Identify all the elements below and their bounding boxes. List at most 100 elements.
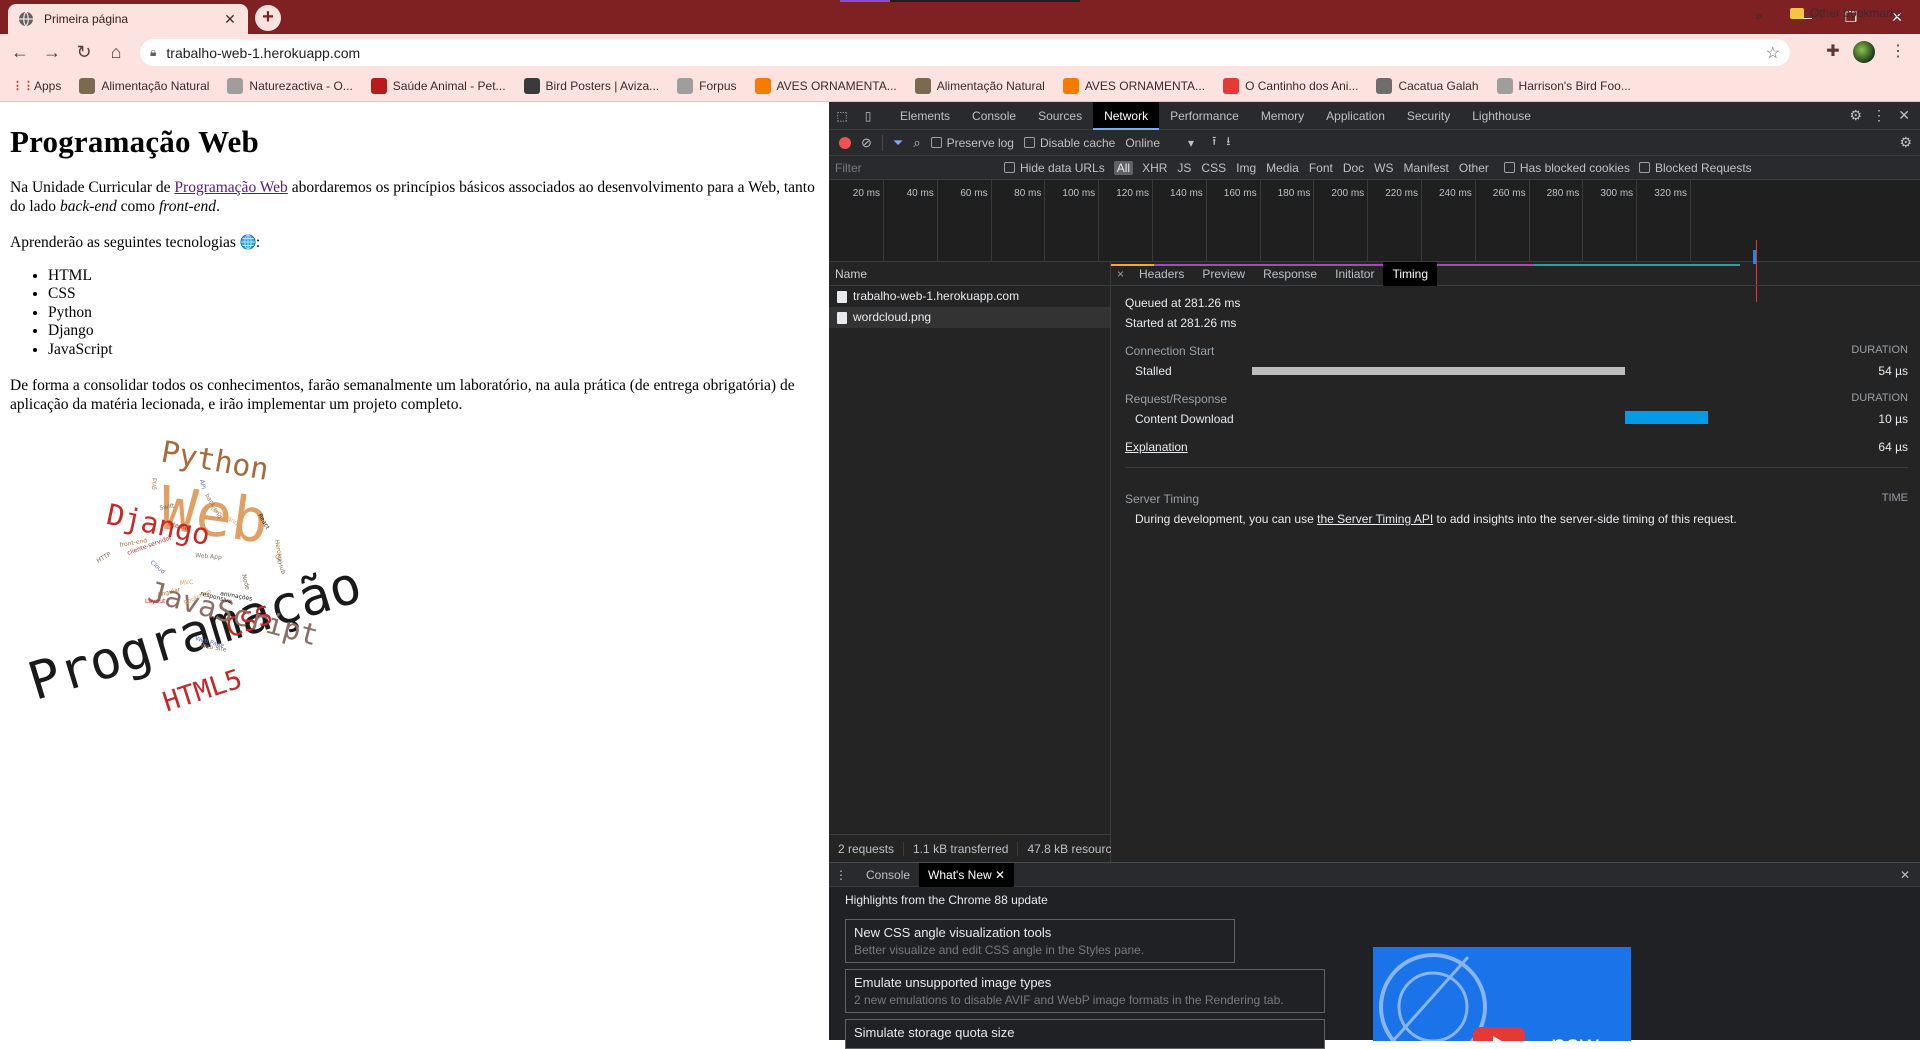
feature-card[interactable]: Emulate unsupported image types 2 new emu…	[845, 969, 1325, 1013]
filter-type-font[interactable]: Font	[1309, 161, 1333, 175]
filter-type-img[interactable]: Img	[1236, 161, 1256, 175]
blocked-requests-checkbox[interactable]: Blocked Requests	[1638, 161, 1752, 175]
devtools-tab-memory[interactable]: Memory	[1250, 102, 1315, 130]
bookmark-item[interactable]: AVES ORNAMENTA...	[1062, 77, 1205, 94]
name-column-header[interactable]: Name	[829, 262, 1110, 286]
timeline-tick-label: 100 ms	[1062, 188, 1096, 199]
bookmark-item[interactable]: ⋮⋮ Apps	[12, 78, 61, 94]
devtools-tab-network[interactable]: Network	[1093, 101, 1160, 130]
home-icon[interactable]: ⌂	[104, 40, 128, 64]
card-description: Better visualize and edit CSS angle in t…	[854, 943, 1145, 957]
filter-type-ws[interactable]: WS	[1374, 161, 1393, 175]
preserve-log-checkbox[interactable]: Preserve log	[930, 136, 1014, 150]
filter-type-media[interactable]: Media	[1266, 161, 1299, 175]
bookmark-item[interactable]: Alimentação Natural	[79, 77, 209, 94]
bookmark-item[interactable]: Alimentação Natural	[914, 77, 1045, 94]
forward-arrow-icon[interactable]: →	[40, 40, 64, 64]
drawer-tab-console[interactable]: Console	[857, 863, 919, 887]
throttle-select[interactable]: Online ▾	[1125, 136, 1194, 150]
devtools-close-icon[interactable]: ✕	[1898, 107, 1910, 124]
globe-icon	[227, 77, 244, 94]
course-link[interactable]: Programação Web	[174, 179, 287, 196]
feature-card[interactable]: Simulate storage quota size	[845, 1019, 1325, 1049]
filter-input[interactable]: Filter	[835, 161, 995, 175]
bookmark-item[interactable]: Forpus	[677, 77, 737, 94]
browser-tab[interactable]: Primeira página ✕	[8, 4, 248, 34]
promo-new-text: new	[1551, 1029, 1599, 1041]
bookmark-item[interactable]: Naturezactiva - O...	[227, 77, 353, 94]
drawer-close-icon[interactable]: ✕	[1900, 868, 1910, 882]
disable-cache-checkbox[interactable]: Disable cache	[1023, 136, 1115, 150]
filter-type-xhr[interactable]: XHR	[1142, 161, 1167, 175]
drawer-menu-icon[interactable]: ⋮	[835, 868, 857, 882]
devtools-tab-application[interactable]: Application	[1315, 102, 1396, 130]
request-row[interactable]: trabalho-web-1.herokuapp.com	[829, 286, 1110, 307]
devtools-tab-security[interactable]: Security	[1396, 102, 1461, 130]
hide-data-urls-checkbox[interactable]: Hide data URLs	[1004, 161, 1105, 175]
bookmarks-more-chevron[interactable]: »	[1755, 8, 1762, 23]
bird-icon	[523, 77, 540, 94]
filter-funnel-icon[interactable]: ⏷	[893, 135, 903, 151]
drawer-tab-whats-new[interactable]: What's New ✕	[919, 862, 1015, 887]
export-har-icon[interactable]: ⭳	[1226, 132, 1230, 153]
inspect-element-icon[interactable]: ⬚	[829, 109, 855, 123]
detail-tab-initiator[interactable]: Initiator	[1326, 262, 1383, 286]
extensions-puzzle-icon[interactable]: ✚	[1823, 42, 1843, 62]
request-row[interactable]: wordcloud.png	[829, 307, 1110, 328]
clear-icon[interactable]: ⊘	[861, 135, 872, 151]
cockatoo-icon	[1376, 77, 1393, 94]
detail-tab-timing[interactable]: Timing	[1383, 261, 1438, 286]
import-har-icon[interactable]: ⭱	[1212, 132, 1216, 153]
lock-icon[interactable]: 🔒︎	[150, 45, 156, 60]
bookmark-item[interactable]: Saúde Animal - Pet...	[370, 77, 506, 94]
has-blocked-cookies-checkbox[interactable]: Has blocked cookies	[1503, 161, 1630, 175]
network-settings-gear-icon[interactable]: ⚙	[1899, 134, 1912, 151]
network-overview-timeline[interactable]: 20 ms 40 ms 60 ms 80 ms 100 ms 120 ms 140 ms 16…	[829, 180, 1920, 302]
bookmark-item[interactable]: O Cantinho dos Ani...	[1223, 77, 1358, 94]
reload-icon[interactable]: ↻	[72, 40, 96, 64]
browser-menu-icon[interactable]: ⋮	[1888, 42, 1908, 62]
detail-tab-preview[interactable]: Preview	[1193, 262, 1254, 286]
back-arrow-icon[interactable]: ←	[8, 40, 32, 64]
record-icon[interactable]	[839, 136, 851, 149]
profile-avatar[interactable]	[1853, 41, 1875, 63]
filter-all-button[interactable]: All	[1113, 160, 1134, 175]
filter-type-css[interactable]: CSS	[1201, 161, 1226, 175]
filter-type-doc[interactable]: Doc	[1343, 161, 1364, 175]
filter-type-manifest[interactable]: Manifest	[1404, 161, 1449, 175]
address-bar[interactable]: 🔒︎ trabalho-web-1.herokuapp.com ☆	[140, 39, 1790, 66]
feature-card[interactable]: New CSS angle visualization tools Better …	[845, 919, 1235, 963]
detail-tab-headers[interactable]: Headers	[1130, 262, 1193, 286]
devtools-tab-elements[interactable]: Elements	[889, 102, 961, 130]
bookmark-item[interactable]: Cacatua Galah	[1376, 77, 1479, 94]
filter-type-other[interactable]: Other	[1459, 161, 1489, 175]
devtools-tab-performance[interactable]: Performance	[1159, 102, 1250, 130]
bookmark-star-icon[interactable]: ☆	[1766, 43, 1780, 63]
other-bookmarks-folder[interactable]: Other bookmarks	[1790, 6, 1902, 20]
chevron-down-icon: ▾	[1188, 135, 1195, 150]
device-toolbar-icon[interactable]: ▯	[855, 109, 881, 123]
filter-type-js[interactable]: JS	[1177, 161, 1191, 175]
search-icon[interactable]: ⌕	[913, 135, 920, 151]
timeline-tick-label: 300 ms	[1600, 188, 1634, 199]
new-tab-button[interactable]: +	[255, 5, 281, 31]
tab-title: Primeira página	[44, 12, 129, 26]
server-timing-api-link[interactable]: the Server Timing API	[1317, 512, 1433, 526]
tab-close-button[interactable]: ✕	[222, 11, 238, 27]
close-tab-icon[interactable]: ✕	[995, 868, 1005, 882]
bookmark-item[interactable]: AVES ORNAMENTA...	[754, 77, 897, 94]
devtools-tab-lighthouse[interactable]: Lighthouse	[1461, 102, 1542, 130]
explanation-link[interactable]: Explanation	[1125, 440, 1188, 454]
settings-gear-icon[interactable]: ⚙	[1849, 107, 1862, 124]
detail-tab-response[interactable]: Response	[1254, 262, 1326, 286]
devtools-tab-console[interactable]: Console	[961, 102, 1027, 130]
youtube-play-icon[interactable]	[1473, 1027, 1525, 1041]
devtools-menu-icon[interactable]: ⋮	[1872, 107, 1886, 124]
detail-close-icon[interactable]: ×	[1117, 267, 1130, 281]
front-end-term: front-end	[158, 197, 217, 215]
whats-new-video-thumbnail[interactable]: new	[1373, 947, 1631, 1041]
bookmark-item[interactable]: Bird Posters | Aviza...	[523, 77, 659, 94]
devtools-tab-sources[interactable]: Sources	[1027, 102, 1093, 130]
content-download-bar	[1625, 411, 1708, 424]
bookmark-item[interactable]: Harrison's Bird Foo...	[1496, 77, 1631, 94]
